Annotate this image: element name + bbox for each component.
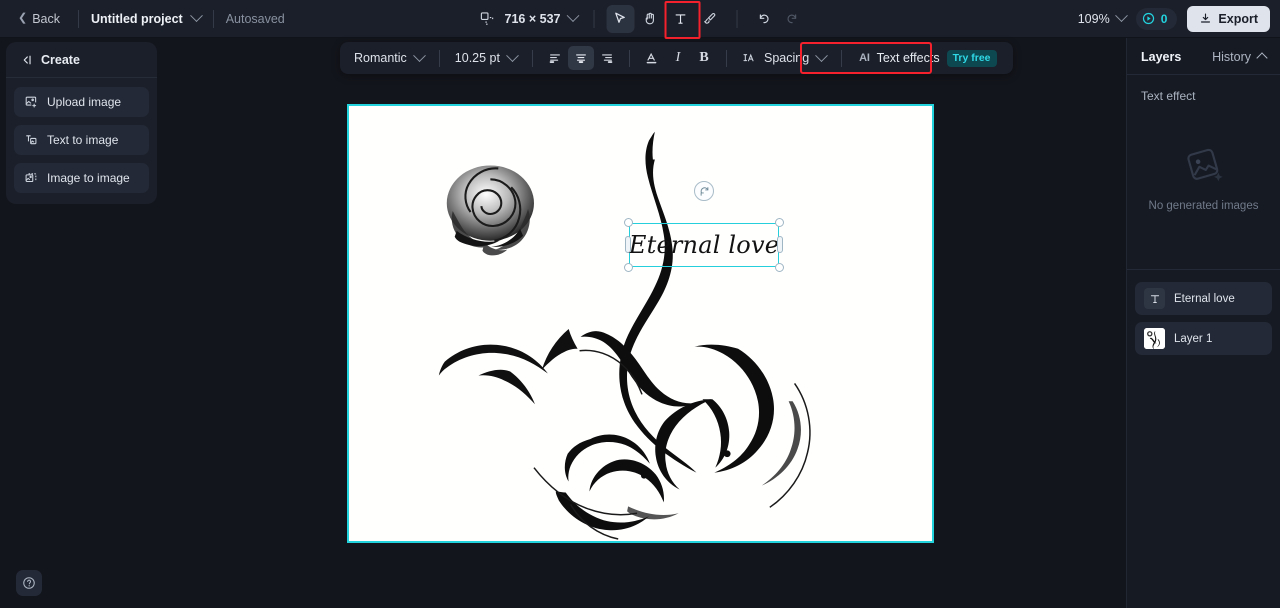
text-element[interactable]: Eternal love bbox=[624, 181, 784, 272]
divider bbox=[593, 9, 595, 28]
credit-coin-icon bbox=[1142, 12, 1154, 25]
credits-badge[interactable]: 0 bbox=[1135, 7, 1178, 30]
resize-handle-top-right[interactable] bbox=[775, 218, 784, 227]
top-bar-right: 109% 0 Export bbox=[1072, 5, 1270, 32]
create-panel-body: Upload image Text to image Image to imag… bbox=[6, 78, 157, 204]
tab-layers[interactable]: Layers bbox=[1141, 50, 1181, 64]
credits-count: 0 bbox=[1160, 11, 1168, 26]
chevron-left-icon: ❮ bbox=[18, 12, 28, 24]
download-icon bbox=[1201, 13, 1211, 23]
layers-list: Eternal love Layer 1 bbox=[1127, 270, 1280, 367]
upload-image-icon bbox=[25, 96, 37, 108]
layer-name: Eternal love bbox=[1174, 292, 1235, 305]
divider bbox=[736, 9, 738, 28]
right-panel-tabs: Layers History bbox=[1127, 38, 1280, 75]
create-panel-header[interactable]: Create bbox=[6, 42, 157, 78]
project-name[interactable]: Untitled project bbox=[91, 12, 183, 26]
canvas-size-selector[interactable]: 716 × 537 bbox=[501, 9, 582, 29]
empty-state-label: No generated images bbox=[1148, 200, 1259, 212]
text-effect-section-title: Text effect bbox=[1141, 89, 1196, 103]
back-label: Back bbox=[32, 11, 61, 26]
no-images-icon bbox=[1186, 148, 1223, 182]
right-panel: Layers History Text effect No generated … bbox=[1126, 38, 1280, 608]
upload-image-label: Upload image bbox=[47, 95, 122, 109]
canvas-size-value: 716 × 537 bbox=[504, 11, 561, 26]
image-to-image-button[interactable]: Image to image bbox=[14, 163, 149, 193]
redo-button[interactable] bbox=[779, 5, 807, 33]
resize-handle-top-left[interactable] bbox=[624, 218, 633, 227]
resize-canvas-icon[interactable] bbox=[473, 5, 501, 33]
chevron-up-icon bbox=[1256, 52, 1268, 64]
app-root: ❮ Back Untitled project Autosaved 716 × … bbox=[0, 0, 1280, 608]
brush-tool[interactable] bbox=[696, 5, 724, 33]
image-to-image-label: Image to image bbox=[47, 171, 130, 185]
zoom-selector[interactable]: 109% bbox=[1072, 8, 1132, 30]
chevron-down-icon bbox=[1114, 9, 1128, 23]
upload-image-button[interactable]: Upload image bbox=[14, 87, 149, 117]
history-tool-group bbox=[749, 5, 807, 33]
chevron-down-icon[interactable] bbox=[189, 9, 203, 23]
select-tool[interactable] bbox=[606, 4, 635, 33]
zoom-level: 109% bbox=[1077, 11, 1110, 26]
tool-group bbox=[606, 0, 724, 39]
image-to-image-icon bbox=[25, 173, 37, 183]
divider bbox=[78, 9, 80, 28]
resize-handle-bottom-right[interactable] bbox=[775, 263, 784, 272]
text-layer-icon bbox=[1144, 288, 1165, 309]
text-to-image-button[interactable]: Text to image bbox=[14, 125, 149, 155]
help-icon bbox=[23, 577, 35, 589]
layer-row[interactable]: Eternal love bbox=[1135, 282, 1272, 315]
tattoo-artwork bbox=[438, 131, 811, 540]
text-to-image-icon bbox=[26, 135, 37, 145]
text-tool[interactable] bbox=[664, 0, 701, 39]
chevron-down-icon bbox=[566, 9, 580, 23]
resize-handle-bottom-left[interactable] bbox=[624, 263, 633, 272]
resize-handle-right[interactable] bbox=[777, 236, 783, 253]
layer-row[interactable]: Layer 1 bbox=[1135, 322, 1272, 355]
tab-history-label: History bbox=[1212, 50, 1251, 64]
create-panel-title: Create bbox=[41, 53, 80, 67]
divider bbox=[212, 9, 214, 28]
help-button[interactable] bbox=[16, 570, 42, 596]
layer-thumbnail-art bbox=[1144, 328, 1165, 349]
top-bar: ❮ Back Untitled project Autosaved 716 × … bbox=[0, 0, 1280, 39]
tab-history[interactable]: History bbox=[1212, 50, 1268, 64]
back-button[interactable]: ❮ Back bbox=[12, 8, 66, 30]
create-panel: Create Upload image Text to image Image … bbox=[6, 42, 157, 204]
image-layer-thumbnail bbox=[1144, 328, 1165, 349]
export-label: Export bbox=[1218, 11, 1258, 26]
canvas-area[interactable]: Eternal love bbox=[160, 38, 1126, 608]
rotate-handle[interactable] bbox=[694, 181, 714, 201]
top-bar-left: ❮ Back Untitled project Autosaved bbox=[0, 8, 285, 30]
text-effect-empty-state: No generated images bbox=[1127, 103, 1280, 253]
autosaved-status: Autosaved bbox=[225, 11, 285, 26]
undo-button[interactable] bbox=[749, 5, 777, 33]
artboard[interactable]: Eternal love bbox=[347, 104, 934, 543]
collapse-panel-icon bbox=[23, 55, 31, 65]
export-button[interactable]: Export bbox=[1187, 5, 1270, 32]
text-to-image-label: Text to image bbox=[47, 133, 119, 147]
hand-tool[interactable] bbox=[636, 5, 664, 33]
text-element-content: Eternal love bbox=[628, 231, 780, 259]
top-bar-center: 716 × 537 bbox=[473, 0, 808, 39]
resize-handle-left[interactable] bbox=[625, 236, 631, 253]
layer-name: Layer 1 bbox=[1174, 332, 1213, 345]
